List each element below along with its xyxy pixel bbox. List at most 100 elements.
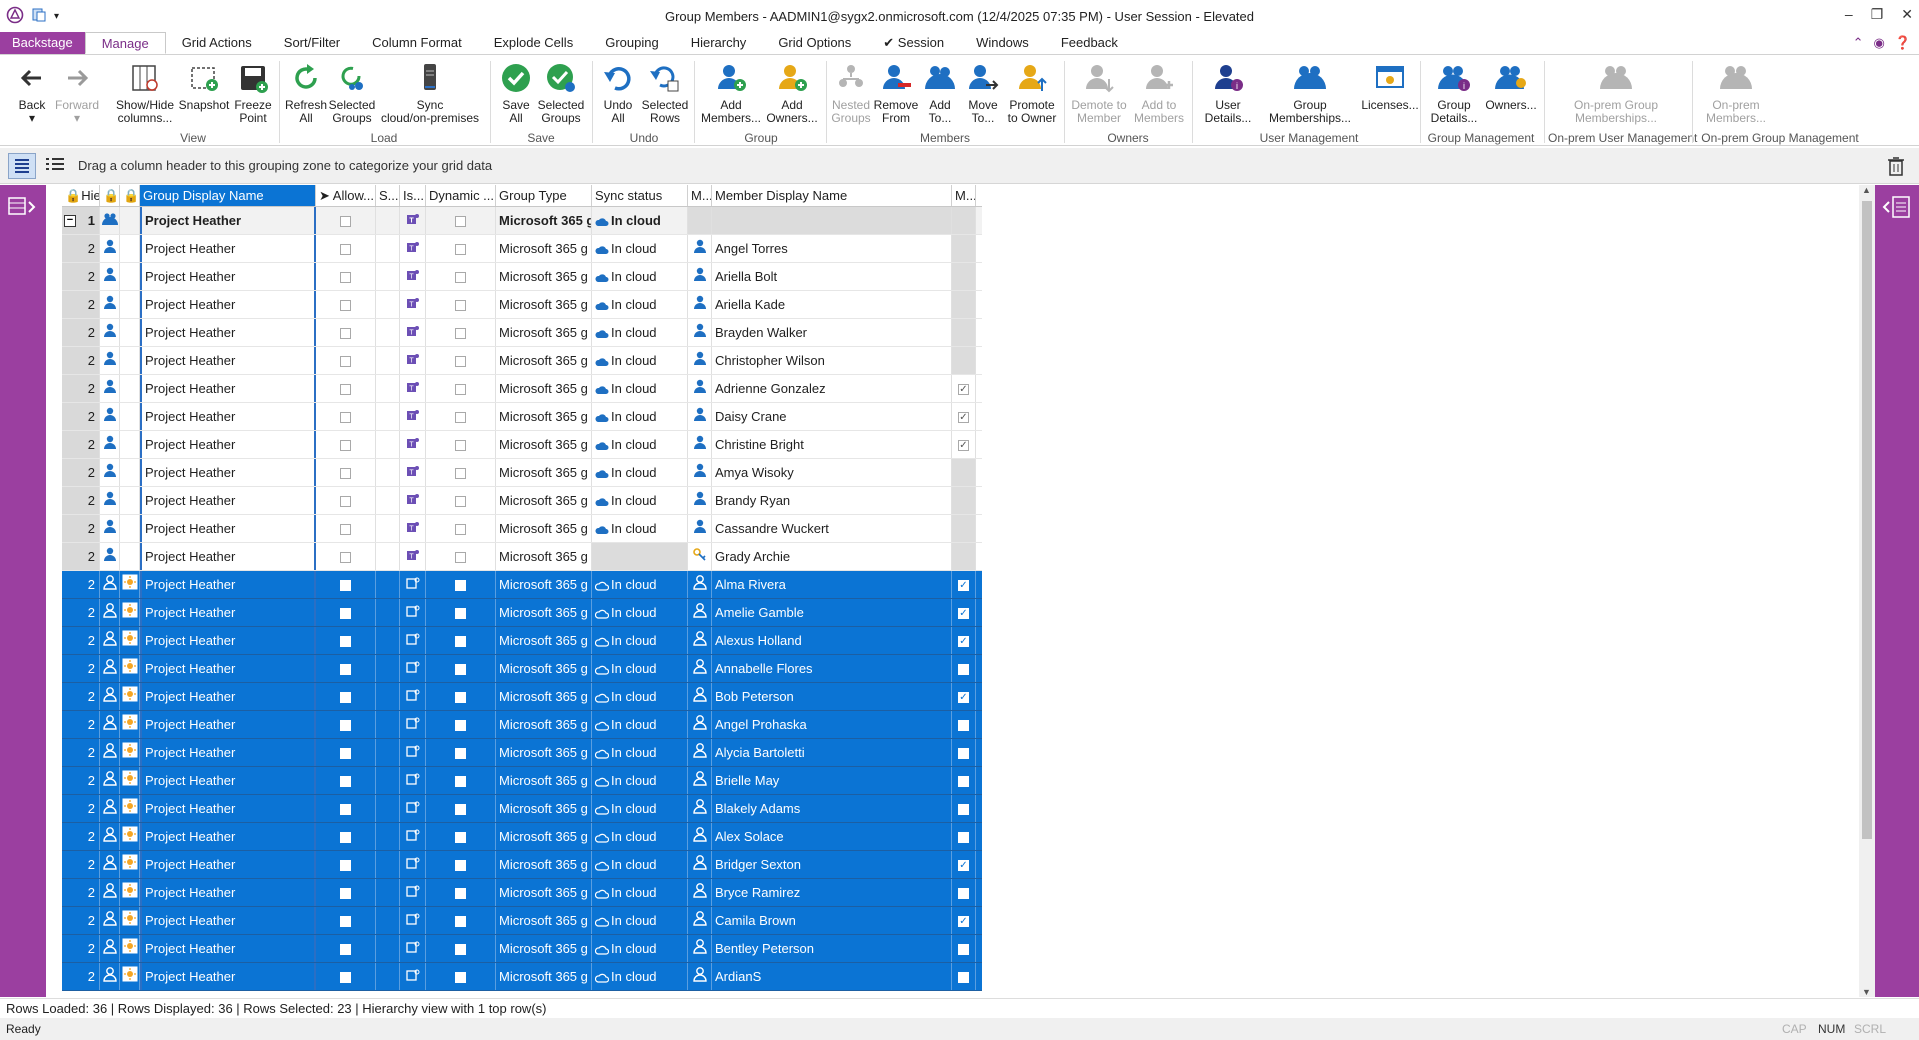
dynamic-cell[interactable] — [426, 291, 496, 318]
group-type-cell[interactable]: Microsoft 365 g — [496, 375, 592, 402]
close-button[interactable]: ✕ — [1901, 6, 1913, 23]
s-cell[interactable] — [376, 711, 400, 738]
group-type-cell[interactable]: Microsoft 365 g — [496, 795, 592, 822]
member-flag-cell[interactable] — [952, 543, 976, 570]
allow-checkbox[interactable] — [340, 412, 351, 424]
group-type-cell[interactable]: Microsoft 365 g — [496, 711, 592, 738]
allow-checkbox[interactable] — [340, 916, 351, 928]
group-display-name-cell[interactable]: Project Heather — [140, 291, 316, 318]
dynamic-cell[interactable] — [426, 375, 496, 402]
s-cell[interactable] — [376, 291, 400, 318]
hierarchy-level-cell[interactable]: 2 — [62, 543, 100, 570]
allow-cell[interactable] — [316, 627, 376, 654]
member-display-name-cell[interactable]: Alexus Holland — [712, 627, 952, 654]
group-type-cell[interactable]: Microsoft 365 g — [496, 431, 592, 458]
allow-cell[interactable] — [316, 879, 376, 906]
member-flag-cell[interactable] — [952, 963, 976, 990]
tab-grid-actions[interactable]: Grid Actions — [166, 32, 268, 54]
member-flag-cell[interactable] — [952, 823, 976, 850]
hierarchy-level-cell[interactable]: 2 — [62, 375, 100, 402]
hierarchy-level-cell[interactable]: 2 — [62, 347, 100, 374]
s-cell[interactable] — [376, 767, 400, 794]
column-header-member-display-name[interactable]: Member Display Name — [712, 185, 952, 206]
is-cell[interactable] — [400, 683, 426, 710]
hierarchy-level-cell[interactable]: 2 — [62, 767, 100, 794]
member-flag-cell[interactable] — [952, 879, 976, 906]
allow-cell[interactable] — [316, 403, 376, 430]
sync-status-cell[interactable]: In cloud — [592, 907, 688, 934]
hierarchy-level-cell[interactable]: 2 — [62, 655, 100, 682]
dynamic-checkbox[interactable] — [455, 356, 466, 368]
allow-cell[interactable] — [316, 711, 376, 738]
s-cell[interactable] — [376, 319, 400, 346]
s-cell[interactable] — [376, 627, 400, 654]
sync-status-cell[interactable]: In cloud — [592, 851, 688, 878]
dynamic-cell[interactable] — [426, 459, 496, 486]
dynamic-checkbox[interactable] — [455, 300, 466, 312]
allow-cell[interactable] — [316, 515, 376, 542]
dynamic-cell[interactable] — [426, 795, 496, 822]
s-cell[interactable] — [376, 571, 400, 598]
nested-groups-button[interactable]: Nested Groups — [830, 61, 872, 125]
sync-status-cell[interactable]: In cloud — [592, 347, 688, 374]
dynamic-cell[interactable] — [426, 487, 496, 514]
table-row[interactable]: 2 Project Heather Microsoft 365 g In cloud C… — [62, 907, 982, 935]
dynamic-cell[interactable] — [426, 879, 496, 906]
member-display-name-cell[interactable]: Camila Brown — [712, 907, 952, 934]
group-details-button[interactable]: i Group Details... — [1424, 61, 1484, 125]
s-cell[interactable] — [376, 263, 400, 290]
group-display-name-cell[interactable]: Project Heather — [140, 879, 316, 906]
member-display-name-cell[interactable] — [712, 207, 952, 234]
group-type-cell[interactable]: Microsoft 365 g — [496, 291, 592, 318]
is-cell[interactable]: T — [400, 543, 426, 570]
table-row[interactable]: 2 Project Heather Microsoft 365 g In cloud A… — [62, 571, 982, 599]
s-cell[interactable] — [376, 851, 400, 878]
member-checkbox[interactable] — [958, 804, 969, 816]
allow-cell[interactable] — [316, 347, 376, 374]
hierarchy-level-cell[interactable]: 2 — [62, 403, 100, 430]
is-cell[interactable] — [400, 599, 426, 626]
group-type-cell[interactable]: Microsoft 365 g — [496, 767, 592, 794]
dynamic-cell[interactable] — [426, 823, 496, 850]
member-display-name-cell[interactable]: Bentley Peterson — [712, 935, 952, 962]
table-row[interactable]: 2 Project Heather T Microsoft 365 g In cloud… — [62, 235, 982, 263]
dynamic-checkbox[interactable] — [455, 776, 466, 788]
dynamic-checkbox[interactable] — [455, 916, 466, 928]
dynamic-cell[interactable] — [426, 851, 496, 878]
member-flag-cell[interactable] — [952, 851, 976, 878]
dynamic-checkbox[interactable] — [455, 832, 466, 844]
dynamic-cell[interactable] — [426, 935, 496, 962]
member-checkbox[interactable] — [958, 748, 969, 760]
table-row[interactable]: 2 Project Heather Microsoft 365 g In cloud B… — [62, 851, 982, 879]
allow-checkbox[interactable] — [340, 720, 351, 732]
group-type-cell[interactable]: Microsoft 365 g — [496, 851, 592, 878]
group-memberships-button[interactable]: Group Memberships... — [1262, 61, 1358, 125]
member-flag-cell[interactable] — [952, 459, 976, 486]
member-flag-cell[interactable] — [952, 515, 976, 542]
tab-session[interactable]: ✔ Session — [867, 32, 960, 54]
onprem-group-memberships-button[interactable]: On-prem Group Memberships... — [1548, 61, 1684, 125]
forward-button[interactable]: Forward ▾ — [54, 61, 100, 125]
group-display-name-cell[interactable]: Project Heather — [140, 963, 316, 990]
hierarchy-level-cell[interactable]: 2 — [62, 823, 100, 850]
allow-cell[interactable] — [316, 207, 376, 234]
s-cell[interactable] — [376, 207, 400, 234]
is-cell[interactable] — [400, 907, 426, 934]
is-cell[interactable]: T — [400, 347, 426, 374]
s-cell[interactable] — [376, 823, 400, 850]
show-hide-columns-button[interactable]: Show/Hide columns... — [112, 61, 178, 125]
s-cell[interactable] — [376, 907, 400, 934]
column-header-hierarchy[interactable]: 🔒Hie... — [62, 185, 100, 206]
details-panel-icon[interactable] — [1881, 195, 1913, 222]
hierarchy-level-cell[interactable]: 2 — [62, 571, 100, 598]
dynamic-checkbox[interactable] — [455, 580, 466, 592]
group-type-cell[interactable]: Microsoft 365 g — [496, 739, 592, 766]
is-cell[interactable]: T — [400, 235, 426, 262]
hierarchy-level-cell[interactable]: 2 — [62, 599, 100, 626]
s-cell[interactable] — [376, 543, 400, 570]
member-flag-cell[interactable] — [952, 207, 976, 234]
sync-status-cell[interactable] — [592, 543, 688, 570]
group-display-name-cell[interactable]: Project Heather — [140, 431, 316, 458]
member-checkbox[interactable] — [958, 888, 969, 900]
is-cell[interactable] — [400, 935, 426, 962]
